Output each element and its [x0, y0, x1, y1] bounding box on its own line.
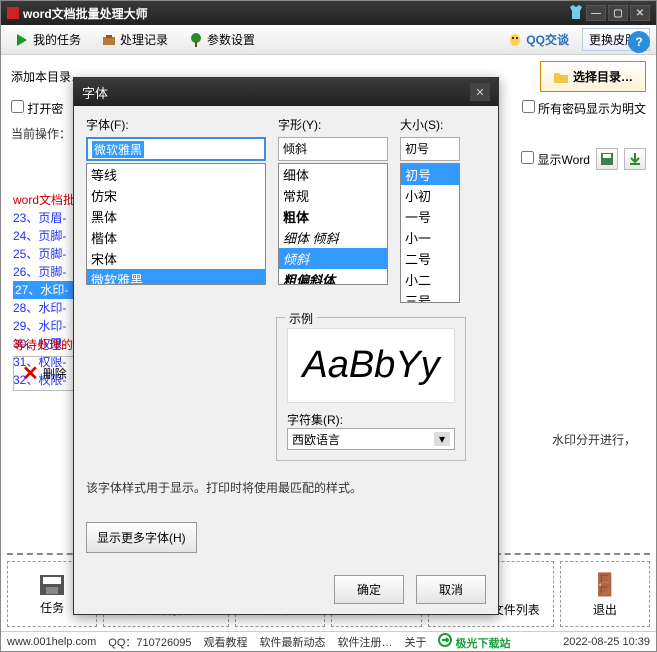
list-item[interactable]: 细体: [279, 164, 387, 185]
style-listbox[interactable]: 细体 常规 粗体 细体 倾斜 倾斜 粗偏斜体: [278, 163, 388, 285]
exit-button[interactable]: 🚪退出: [560, 561, 650, 627]
show-word-checkbox[interactable]: 显示Word: [521, 151, 590, 168]
pending-label: 等待处理的: [13, 336, 73, 353]
status-bar: www.001help.com QQ：710726095 观看教程 软件最新动态…: [1, 631, 656, 651]
status-url[interactable]: www.001help.com: [7, 636, 96, 648]
charset-label: 字符集(R):: [287, 411, 343, 428]
status-tutorial[interactable]: 观看教程: [203, 634, 247, 650]
download-icon-button[interactable]: [624, 148, 646, 170]
list-item[interactable]: 宋体: [87, 248, 265, 269]
status-qq: QQ：710726095: [108, 634, 191, 650]
help-icon[interactable]: ?: [628, 31, 650, 53]
font-listbox[interactable]: 等线 仿宋 黑体 楷体 宋体 微软雅黑 新宋体: [86, 163, 266, 285]
sample-group: 示例 AaBbYy 字符集(R): 西欧语言 ▾: [276, 317, 466, 461]
font-dialog: 字体 ✕ 字体(F): 微软雅黑 等线 仿宋 黑体 楷体 宋体 微软雅黑: [73, 77, 499, 615]
list-item[interactable]: 仿宋: [87, 185, 265, 206]
exit-icon: 🚪: [589, 571, 621, 599]
list-item[interactable]: 小初: [401, 185, 459, 206]
list-item[interactable]: 粗体: [279, 206, 387, 227]
status-about[interactable]: 关于: [404, 634, 426, 650]
list-item[interactable]: 常规: [279, 185, 387, 206]
select-directory-button[interactable]: 选择目录…: [540, 61, 646, 92]
list-item[interactable]: 二号: [401, 248, 459, 269]
font-dialog-titlebar: 字体 ✕: [74, 78, 498, 106]
show-more-fonts-button[interactable]: 显示更多字体(H): [86, 522, 197, 553]
list-item[interactable]: 一号: [401, 206, 459, 227]
app-title: word文档批量处理大师: [7, 5, 566, 22]
cancel-button[interactable]: 取消: [416, 575, 486, 604]
list-item[interactable]: 黑体: [87, 206, 265, 227]
size-label: 大小(S):: [400, 116, 460, 133]
shirt-icon[interactable]: [566, 5, 586, 21]
download-icon: [627, 151, 643, 167]
briefcase-icon: [101, 32, 117, 48]
brand-icon: [438, 633, 452, 647]
show-password-plaintext-checkbox[interactable]: 所有密码显示为明文: [522, 100, 646, 117]
save-icon-button[interactable]: [596, 148, 618, 170]
list-item[interactable]: 粗偏斜体: [279, 269, 387, 285]
charset-select[interactable]: 西欧语言 ▾: [287, 428, 455, 450]
size-listbox[interactable]: 初号 小初 一号 小一 二号 小二 三号: [400, 163, 460, 303]
style-label: 字形(Y):: [278, 116, 388, 133]
list-item[interactable]: 小二: [401, 269, 459, 290]
style-input[interactable]: 倾斜: [278, 137, 388, 161]
list-item-selected[interactable]: 初号: [401, 164, 459, 185]
status-register[interactable]: 软件注册…: [337, 634, 392, 650]
list-item[interactable]: 等线: [87, 164, 265, 185]
x-icon: ✕: [22, 361, 39, 386]
minimize-button[interactable]: —: [586, 5, 606, 21]
dialog-close-button[interactable]: ✕: [470, 83, 490, 101]
tab-settings[interactable]: 参数设置: [181, 28, 262, 51]
ok-button[interactable]: 确定: [334, 575, 404, 604]
font-label: 字体(F):: [86, 116, 266, 133]
arrow-right-icon: [14, 32, 30, 48]
font-note: 该字体样式用于显示。打印时将使用最匹配的样式。: [86, 479, 486, 496]
qq-chat-button[interactable]: QQ交谈: [500, 28, 576, 51]
main-window: word文档批量处理大师 — ▢ ✕ 我的任务 处理记录 参数设置 QQ交谈 更…: [0, 0, 657, 652]
size-input[interactable]: 初号: [400, 137, 460, 161]
font-preview: AaBbYy: [287, 328, 455, 403]
floppy-big-icon: [38, 573, 66, 597]
list-item[interactable]: 三号: [401, 290, 459, 303]
chevron-down-icon[interactable]: ▾: [434, 432, 450, 446]
open-password-checkbox[interactable]: 打开密: [11, 100, 63, 117]
brand-label: 极光下载站: [438, 633, 510, 651]
top-toolbar: 我的任务 处理记录 参数设置 QQ交谈 更换皮肤▾: [1, 25, 656, 55]
font-input[interactable]: 微软雅黑: [86, 137, 266, 161]
qq-icon: [507, 32, 523, 48]
tab-my-tasks[interactable]: 我的任务: [7, 28, 88, 51]
sample-label: 示例: [285, 310, 317, 327]
status-time: 2022-08-25 10:39: [563, 636, 650, 648]
list-item-selected[interactable]: 微软雅黑: [87, 269, 265, 285]
list-item[interactable]: 小一: [401, 227, 459, 248]
list-item-selected[interactable]: 倾斜: [279, 248, 387, 269]
font-dialog-title: 字体: [82, 83, 470, 102]
folder-icon: [553, 69, 569, 85]
floppy-icon: [599, 151, 615, 167]
app-logo-icon: [7, 7, 19, 19]
close-button[interactable]: ✕: [630, 5, 650, 21]
list-item[interactable]: 楷体: [87, 227, 265, 248]
status-news[interactable]: 软件最新动态: [259, 634, 325, 650]
delete-button[interactable]: ✕删除: [13, 356, 76, 391]
watermark-note: 水印分开进行，: [552, 431, 636, 448]
app-titlebar: word文档批量处理大师 — ▢ ✕: [1, 1, 656, 25]
tree-icon: [188, 32, 204, 48]
list-item[interactable]: 细体 倾斜: [279, 227, 387, 248]
tab-history[interactable]: 处理记录: [94, 28, 175, 51]
maximize-button[interactable]: ▢: [608, 5, 628, 21]
